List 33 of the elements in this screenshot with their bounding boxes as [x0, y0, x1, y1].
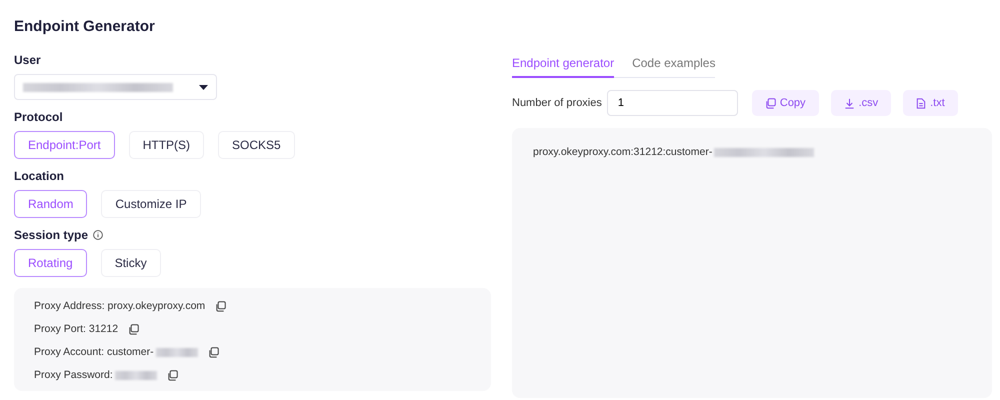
option-button[interactable]: Customize IP	[101, 190, 201, 218]
file-button[interactable]: .txt	[903, 90, 958, 116]
option-button[interactable]: HTTP(S)	[128, 131, 204, 159]
download-icon	[844, 98, 855, 108]
field-label: Number of proxies	[512, 97, 602, 109]
field-label: Protocol	[14, 110, 63, 124]
detail-text: Proxy Port: 31212	[34, 323, 118, 335]
copy-icon[interactable]	[166, 370, 178, 380]
download-button[interactable]: .csv	[830, 90, 892, 116]
detail-text: Proxy Password:	[34, 369, 113, 381]
field-label: Session type	[14, 228, 88, 242]
caret-icon	[199, 84, 208, 90]
copy-icon	[764, 98, 776, 108]
copy-button[interactable]: Copy	[752, 90, 819, 116]
field-label: Location	[14, 169, 64, 183]
page-title: Endpoint Generator	[14, 18, 156, 35]
option-button[interactable]: Random	[14, 190, 88, 218]
option-button[interactable]: Rotating	[14, 249, 87, 277]
copy-icon[interactable]	[208, 346, 219, 358]
option-button[interactable]: Endpoint:Port	[14, 131, 115, 159]
detail-text: Proxy Address: proxy.okeyproxy.com	[34, 300, 206, 312]
info-icon[interactable]	[93, 230, 104, 240]
option-button[interactable]: Sticky	[100, 249, 161, 277]
input-field[interactable]: 1	[606, 90, 738, 116]
field-label: User	[14, 53, 41, 67]
option-button[interactable]: SOCKS5	[218, 131, 295, 159]
detail-text: Proxy Account: customer-	[34, 346, 154, 358]
copy-icon[interactable]	[215, 300, 226, 312]
tab[interactable]: Code examples	[632, 56, 716, 78]
tab[interactable]: Endpoint generator	[512, 56, 614, 78]
endpoint-text: proxy.okeyproxy.com:31212:customer-	[533, 146, 712, 158]
copy-icon[interactable]	[128, 324, 140, 334]
file-icon	[916, 98, 926, 108]
